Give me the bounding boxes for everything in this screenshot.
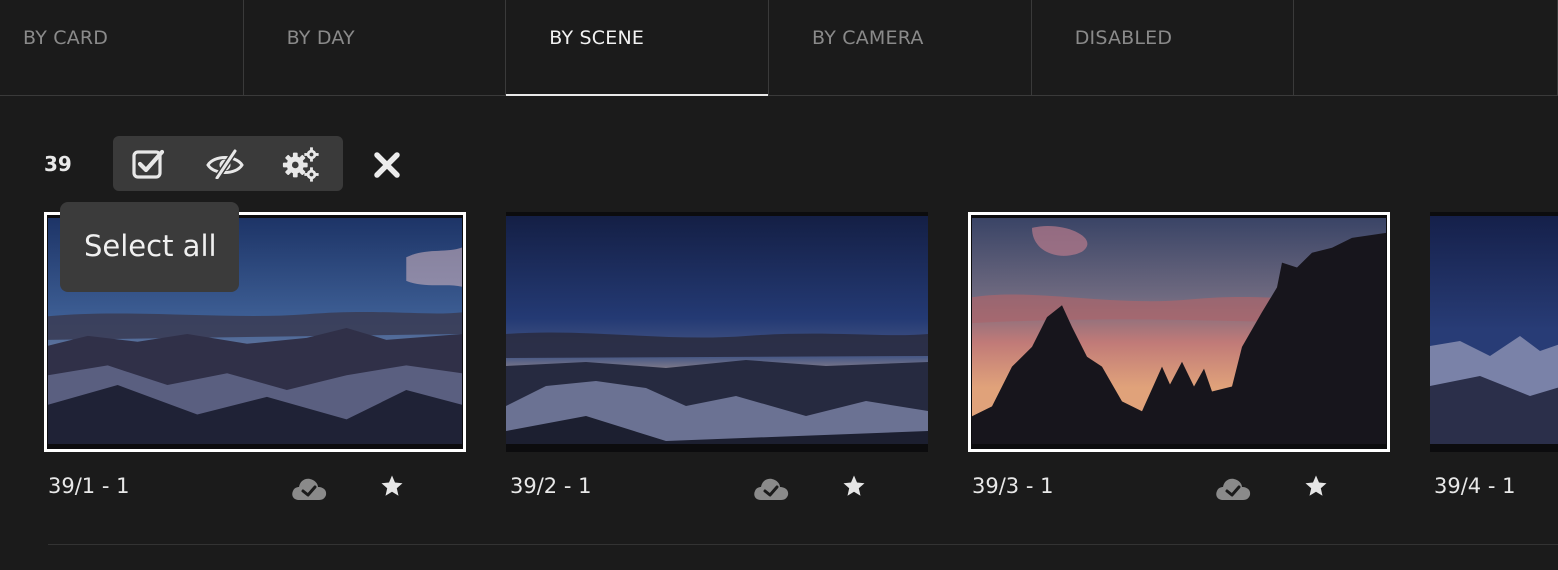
tab-by-camera[interactable]: BY CAMERA [769,0,1032,95]
settings-icon [282,147,319,182]
clip-thumbnail[interactable] [1430,212,1558,452]
selection-count: 39 [44,152,72,176]
divider [48,544,1558,545]
settings-button[interactable] [281,146,321,182]
hide-button[interactable] [205,146,245,182]
clip-label: 39/1 - 1 [48,474,130,498]
tab-bar: BY CARD BY DAY BY SCENE BY CAMERA DISABL… [0,0,1558,96]
clip-thumbnail-image [972,218,1386,444]
clip-label: 39/4 - 1 [1434,474,1516,498]
clip-thumbnail[interactable] [506,212,928,452]
tab-empty [1294,0,1558,95]
close-icon [374,152,400,178]
cloud-check-icon[interactable] [1214,476,1252,502]
tab-by-card[interactable]: BY CARD [0,0,244,95]
select-all-icon [132,149,165,179]
selection-toolbar [113,136,343,191]
tooltip: Select all [60,202,239,292]
cloud-check-icon[interactable] [752,476,790,502]
clip-label: 39/2 - 1 [510,474,592,498]
star-icon[interactable] [380,474,404,498]
clip-thumbnail-image [1430,216,1558,444]
cloud-check-icon[interactable] [290,476,328,502]
tab-disabled[interactable]: DISABLED [1032,0,1295,95]
clip-thumbnail[interactable] [968,212,1390,452]
clip-label: 39/3 - 1 [972,474,1054,498]
eye-off-icon [206,149,244,179]
clip-card: 39/4 - 1 [1430,212,1558,512]
star-icon[interactable] [1304,474,1328,498]
clip-thumbnail-image [506,216,928,444]
tab-by-scene[interactable]: BY SCENE [506,0,769,96]
select-all-button[interactable] [129,146,169,182]
star-icon[interactable] [842,474,866,498]
clear-selection-button[interactable] [368,146,406,184]
tab-by-day[interactable]: BY DAY [244,0,507,95]
